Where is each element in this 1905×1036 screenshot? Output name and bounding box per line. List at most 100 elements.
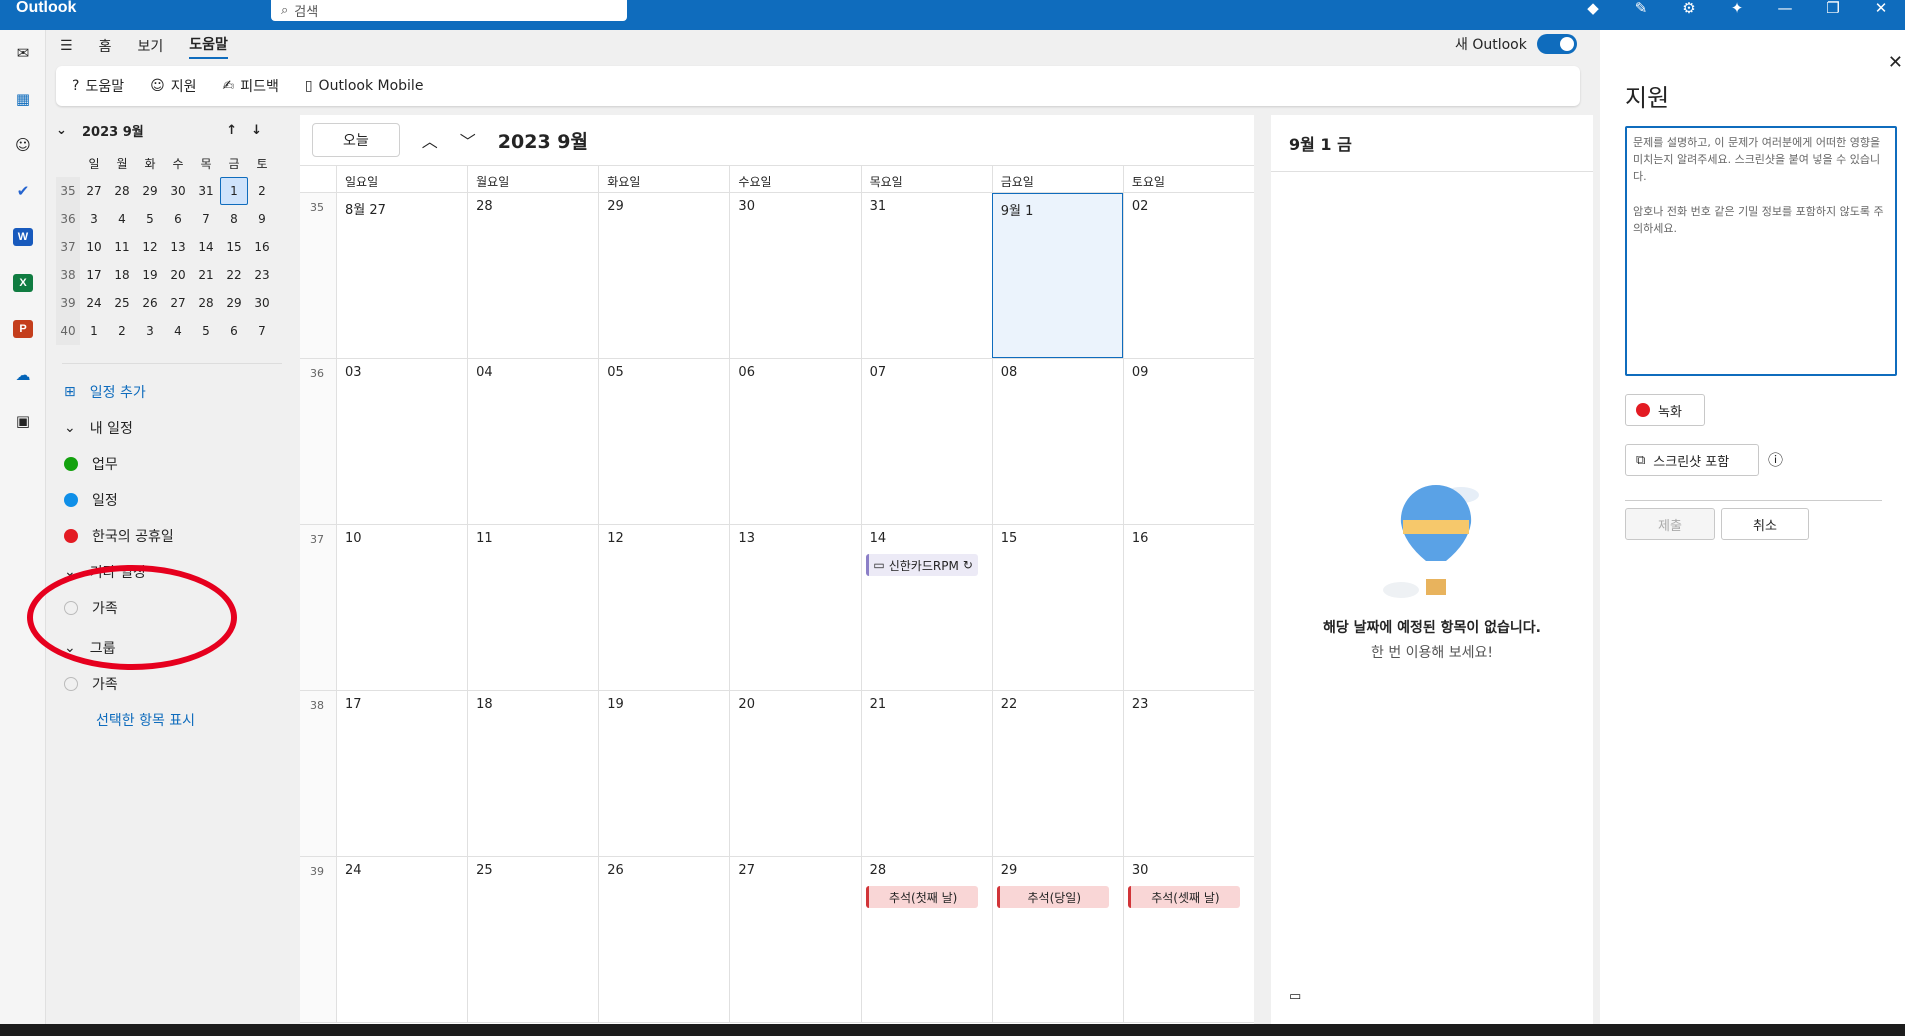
- mini-day[interactable]: 29: [220, 289, 248, 317]
- footer-icon[interactable]: ▭: [1289, 989, 1301, 1004]
- mini-day[interactable]: 27: [164, 289, 192, 317]
- record-button[interactable]: 녹화: [1625, 394, 1705, 426]
- day-cell[interactable]: 29: [598, 193, 729, 358]
- mini-day[interactable]: 4: [108, 205, 136, 233]
- calendar-holidays[interactable]: 한국의 공휴일: [56, 518, 296, 554]
- day-cell[interactable]: 9월 1: [991, 193, 1123, 358]
- chevron-up-icon[interactable]: ︿: [422, 128, 438, 152]
- mini-day[interactable]: 2: [108, 317, 136, 345]
- day-cell[interactable]: 04: [467, 359, 598, 524]
- restore-icon[interactable]: ❐: [1809, 0, 1857, 20]
- help-button[interactable]: ? 도움말: [72, 76, 124, 96]
- new-outlook-toggle[interactable]: [1536, 34, 1577, 54]
- calendar-work[interactable]: 업무: [56, 446, 296, 482]
- apps-icon[interactable]: ▣: [0, 398, 46, 444]
- mini-day[interactable]: 6: [220, 317, 248, 345]
- mini-day[interactable]: 29: [136, 177, 164, 205]
- mini-day[interactable]: 8: [220, 205, 248, 233]
- tab-view[interactable]: 보기: [137, 36, 163, 56]
- mini-day[interactable]: 5: [192, 317, 220, 345]
- mini-day[interactable]: 4: [164, 317, 192, 345]
- day-cell[interactable]: 27: [729, 857, 860, 1022]
- mini-day[interactable]: 11: [108, 233, 136, 261]
- mini-day[interactable]: 25: [108, 289, 136, 317]
- mini-day[interactable]: 28: [192, 289, 220, 317]
- my-calendars-header[interactable]: ⌄ 내 일정: [56, 410, 296, 446]
- day-cell[interactable]: 19: [598, 691, 729, 856]
- day-cell[interactable]: 22: [991, 691, 1123, 856]
- event-rpm[interactable]: ▭ 신한카드RPM ↻: [865, 554, 978, 576]
- close-icon[interactable]: ✕: [1857, 0, 1905, 20]
- diamond-icon[interactable]: ◆: [1569, 0, 1617, 20]
- mini-day[interactable]: 16: [248, 233, 276, 261]
- chevron-down-icon[interactable]: ﹀: [460, 128, 476, 152]
- day-cell[interactable]: 16: [1122, 525, 1254, 690]
- event-chuseok3[interactable]: 추석(셋째 날): [1127, 886, 1240, 908]
- support-button[interactable]: ☺ 지원: [150, 76, 196, 96]
- day-cell[interactable]: 03: [336, 359, 467, 524]
- word-icon[interactable]: W: [0, 214, 46, 260]
- mini-day[interactable]: 30: [164, 177, 192, 205]
- day-cell[interactable]: 17: [336, 691, 467, 856]
- day-cell[interactable]: 14 ▭ 신한카드RPM ↻: [860, 525, 992, 690]
- mini-day[interactable]: 26: [136, 289, 164, 317]
- day-cell[interactable]: 06: [729, 359, 860, 524]
- close-icon[interactable]: ✕: [1888, 52, 1903, 73]
- feedback-button[interactable]: ✍ 피드백: [222, 76, 278, 96]
- day-cell[interactable]: 15: [991, 525, 1123, 690]
- day-cell[interactable]: 23: [1122, 691, 1254, 856]
- mobile-button[interactable]: ▯ Outlook Mobile: [305, 78, 424, 94]
- day-cell[interactable]: 30: [729, 193, 860, 358]
- mini-day[interactable]: 7: [192, 205, 220, 233]
- day-cell[interactable]: 30 추석(셋째 날): [1122, 857, 1254, 1022]
- nav-arrows-icon[interactable]: ↑↓: [226, 123, 276, 138]
- mini-day[interactable]: 2: [248, 177, 276, 205]
- search-input[interactable]: ⌕ 검색: [271, 0, 627, 21]
- mini-day[interactable]: 28: [108, 177, 136, 205]
- calendar-schedule[interactable]: 일정: [56, 482, 296, 518]
- day-cell[interactable]: 21: [860, 691, 992, 856]
- people-icon[interactable]: ☺: [0, 122, 46, 168]
- mini-day[interactable]: 1: [220, 177, 248, 205]
- day-cell[interactable]: 24: [336, 857, 467, 1022]
- edit-icon[interactable]: ✎: [1617, 0, 1665, 20]
- day-cell[interactable]: 02: [1122, 193, 1254, 358]
- description-textarea[interactable]: 문제를 설명하고, 이 문제가 여러분에게 어떠한 영향을 미치는지 알려주세요…: [1625, 126, 1897, 376]
- mini-day[interactable]: 30: [248, 289, 276, 317]
- chevron-down-icon[interactable]: ⌄: [56, 123, 82, 138]
- mini-day[interactable]: 17: [80, 261, 108, 289]
- day-cell[interactable]: 26: [598, 857, 729, 1022]
- gear-icon[interactable]: ⚙: [1665, 0, 1713, 20]
- tab-home[interactable]: 홈: [99, 36, 112, 56]
- day-cell[interactable]: 31: [860, 193, 992, 358]
- mini-day[interactable]: 23: [248, 261, 276, 289]
- mini-day[interactable]: 14: [192, 233, 220, 261]
- month-title[interactable]: 2023 9월: [498, 127, 588, 154]
- mini-day[interactable]: 3: [136, 317, 164, 345]
- day-cell[interactable]: 08: [991, 359, 1123, 524]
- mini-day[interactable]: 21: [192, 261, 220, 289]
- excel-icon[interactable]: X: [0, 260, 46, 306]
- calendar-icon[interactable]: ▦: [0, 76, 46, 122]
- lightbulb-icon[interactable]: ✦: [1713, 0, 1761, 20]
- mini-day[interactable]: 27: [80, 177, 108, 205]
- mini-day[interactable]: 18: [108, 261, 136, 289]
- day-cell[interactable]: 18: [467, 691, 598, 856]
- mini-day[interactable]: 5: [136, 205, 164, 233]
- mini-day[interactable]: 6: [164, 205, 192, 233]
- minimize-icon[interactable]: —: [1761, 0, 1809, 20]
- day-cell[interactable]: 25: [467, 857, 598, 1022]
- day-cell[interactable]: 20: [729, 691, 860, 856]
- todo-icon[interactable]: ✔: [0, 168, 46, 214]
- event-chuseok2[interactable]: 추석(당일): [996, 886, 1109, 908]
- day-cell[interactable]: 11: [467, 525, 598, 690]
- day-cell[interactable]: 8월 27: [336, 193, 467, 358]
- event-chuseok1[interactable]: 추석(첫째 날): [865, 886, 978, 908]
- day-cell[interactable]: 29 추석(당일): [991, 857, 1123, 1022]
- mini-day[interactable]: 1: [80, 317, 108, 345]
- day-cell[interactable]: 09: [1122, 359, 1254, 524]
- day-cell[interactable]: 07: [860, 359, 992, 524]
- mini-day[interactable]: 15: [220, 233, 248, 261]
- cancel-button[interactable]: 취소: [1721, 508, 1809, 540]
- screenshot-button[interactable]: ⧉ 스크린샷 포함: [1625, 444, 1759, 476]
